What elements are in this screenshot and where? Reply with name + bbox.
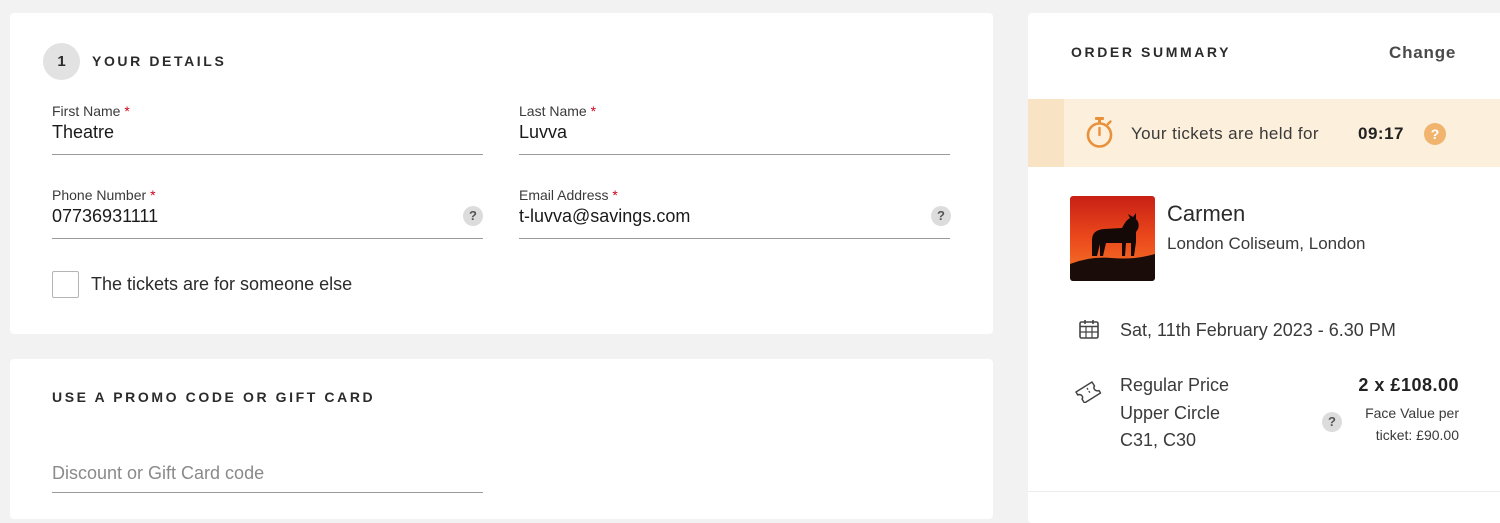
performance-date: Sat, 11th February 2023 - 6.30 PM bbox=[1120, 320, 1396, 340]
hold-help-icon[interactable]: ? bbox=[1424, 123, 1446, 145]
show-image bbox=[1070, 196, 1155, 281]
summary-divider bbox=[1028, 491, 1500, 492]
phone-number-value[interactable]: 07736931111 bbox=[52, 206, 158, 227]
ticket-quantity-price: 2 x £108.00 bbox=[1358, 375, 1459, 395]
show-title: Carmen bbox=[1167, 201, 1246, 226]
your-details-title: YOUR DETAILS bbox=[92, 53, 227, 69]
change-link[interactable]: Change bbox=[1389, 43, 1456, 63]
step-number-badge: 1 bbox=[43, 43, 80, 80]
calendar-icon bbox=[1079, 320, 1099, 339]
last-name-label: Last Name * bbox=[519, 103, 597, 119]
ticket-hold-banner: Your tickets are held for 09:17 ? bbox=[1028, 99, 1500, 167]
order-summary-card: ORDER SUMMARY Change Your tickets are he… bbox=[1028, 13, 1500, 523]
stopwatch-icon bbox=[1086, 117, 1113, 148]
first-name-value[interactable]: Theatre bbox=[52, 122, 114, 143]
hold-banner-edge bbox=[1028, 99, 1064, 167]
hold-text: Your tickets are held for bbox=[1131, 124, 1319, 143]
someone-else-label[interactable]: The tickets are for someone else bbox=[91, 274, 352, 295]
phone-number-label: Phone Number * bbox=[52, 187, 156, 203]
face-value-help-icon[interactable]: ? bbox=[1322, 412, 1342, 432]
email-help-icon[interactable]: ? bbox=[931, 206, 951, 226]
someone-else-checkbox[interactable] bbox=[52, 271, 79, 298]
email-address-field[interactable]: Email Address * t-luvva@savings.com ? bbox=[519, 187, 951, 239]
your-details-card: 1 YOUR DETAILS First Name * Theatre Last… bbox=[10, 13, 993, 334]
ticket-icon bbox=[1075, 381, 1102, 403]
hold-countdown: 09:17 bbox=[1358, 124, 1404, 143]
promo-code-input[interactable] bbox=[52, 454, 483, 493]
last-name-field[interactable]: Last Name * Luvva bbox=[519, 103, 950, 155]
email-address-label: Email Address * bbox=[519, 187, 618, 203]
phone-number-field[interactable]: Phone Number * 07736931111 ? bbox=[52, 187, 483, 239]
order-summary-title: ORDER SUMMARY bbox=[1071, 44, 1232, 60]
ticket-price-type: Regular Price bbox=[1120, 375, 1230, 395]
ticket-section: Upper Circle bbox=[1120, 403, 1221, 423]
promo-code-title: USE A PROMO CODE OR GIFT CARD bbox=[52, 389, 376, 405]
phone-help-icon[interactable]: ? bbox=[463, 206, 483, 226]
first-name-field[interactable]: First Name * Theatre bbox=[52, 103, 483, 155]
first-name-label: First Name * bbox=[52, 103, 130, 119]
last-name-value[interactable]: Luvva bbox=[519, 122, 567, 143]
email-address-value[interactable]: t-luvva@savings.com bbox=[519, 206, 690, 227]
show-venue: London Coliseum, London bbox=[1167, 234, 1366, 253]
face-value-line-1: Face Value per bbox=[1365, 405, 1459, 421]
bull-silhouette-sunset-image bbox=[1070, 196, 1155, 281]
promo-code-card: USE A PROMO CODE OR GIFT CARD bbox=[10, 359, 993, 519]
face-value-line-2: ticket: £90.00 bbox=[1375, 427, 1459, 443]
ticket-seats: C31, C30 bbox=[1120, 430, 1197, 450]
